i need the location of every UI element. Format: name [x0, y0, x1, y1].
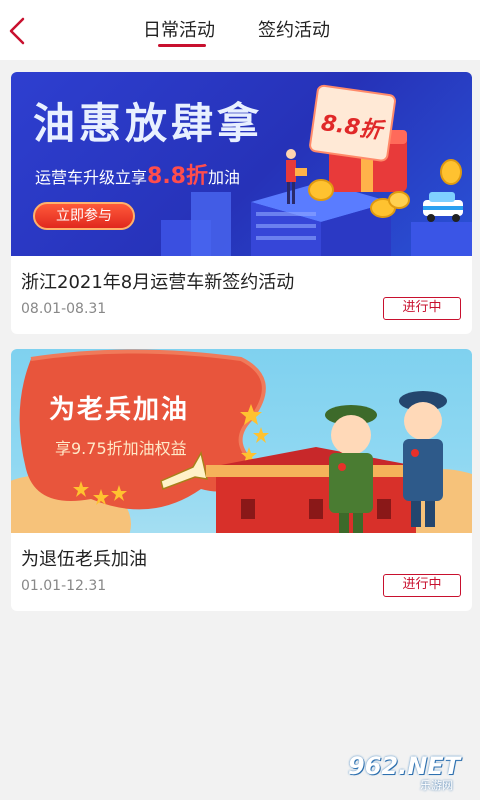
back-button[interactable]: [6, 14, 30, 48]
chevron-left-icon: [9, 17, 25, 45]
banner-sub-prefix: 运营车升级立享: [35, 168, 148, 187]
join-now-button[interactable]: 立即参与: [33, 202, 135, 230]
activity-title: 为退伍老兵加油: [21, 549, 147, 570]
activity-date-range: 01.01-12.31: [21, 578, 107, 594]
top-header: 日常活动 签约活动: [0, 0, 480, 60]
banner-subline: 运营车升级立享8.8折加油: [35, 158, 240, 190]
watermark-logo: 962.NET: [348, 752, 461, 780]
activity-banner-2[interactable]: 为老兵加油 享9.75折加油权益: [11, 349, 472, 533]
banner-headline: 油惠放肆拿: [33, 99, 264, 148]
banner-sub-highlight: 8.8折: [147, 164, 208, 189]
tab-contract-activities[interactable]: 签约活动: [258, 16, 330, 50]
activity-date-range: 08.01-08.31: [21, 301, 107, 317]
activity-card-1[interactable]: 8.8折 油惠放肆拿 运营车升级立享8.8折加油 立即参与 浙江2021年8月运: [11, 72, 472, 334]
status-badge[interactable]: 进行中: [383, 574, 461, 597]
active-tab-indicator: [158, 44, 206, 47]
activity-banner-1[interactable]: 8.8折 油惠放肆拿 运营车升级立享8.8折加油 立即参与: [11, 72, 472, 256]
watermark-subtext: 乐游网: [420, 779, 453, 792]
banner-subline: 享9.75折加油权益: [55, 439, 187, 458]
banner-sub-suffix: 加油: [208, 168, 241, 187]
banner-headline: 为老兵加油: [49, 395, 190, 425]
status-badge[interactable]: 进行中: [383, 297, 461, 320]
activity-title: 浙江2021年8月运营车新签约活动: [21, 272, 295, 293]
site-watermark: 962.NET 乐游网: [338, 752, 472, 792]
activity-card-2[interactable]: 为老兵加油 享9.75折加油权益 为退伍老兵加油 01.01-12.31 进行中: [11, 349, 472, 611]
